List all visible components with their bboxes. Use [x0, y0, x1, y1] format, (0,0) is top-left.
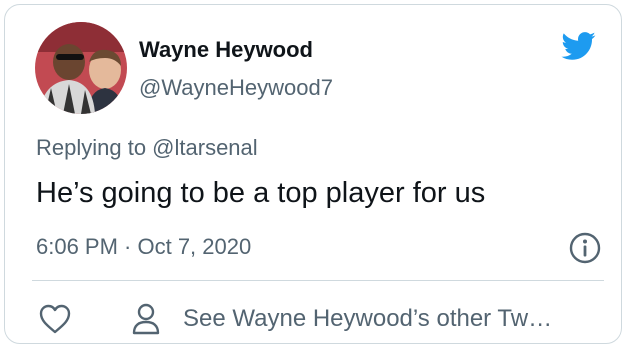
- tweet-card[interactable]: Wayne Heywood @WayneHeywood7 Replying to…: [4, 4, 622, 344]
- see-other-tweets-link[interactable]: See Wayne Heywood’s other Tw…: [131, 301, 552, 337]
- user-handle[interactable]: @WayneHeywood7: [139, 75, 333, 101]
- replying-to[interactable]: Replying to @ltarsenal: [36, 135, 258, 161]
- tweet-timestamp[interactable]: 6:06 PM · Oct 7, 2020: [36, 234, 251, 260]
- twitter-bird-icon[interactable]: [556, 28, 600, 64]
- avatar[interactable]: [35, 22, 127, 114]
- info-icon[interactable]: [568, 231, 602, 265]
- person-icon: [132, 303, 160, 335]
- divider: [32, 280, 604, 281]
- heart-icon[interactable]: [38, 303, 72, 335]
- display-name[interactable]: Wayne Heywood: [139, 37, 313, 63]
- avatar-photo: [35, 22, 127, 114]
- tweet-text: He’s going to be a top player for us: [36, 177, 486, 209]
- see-other-tweets-label: See Wayne Heywood’s other Tw…: [183, 305, 553, 332]
